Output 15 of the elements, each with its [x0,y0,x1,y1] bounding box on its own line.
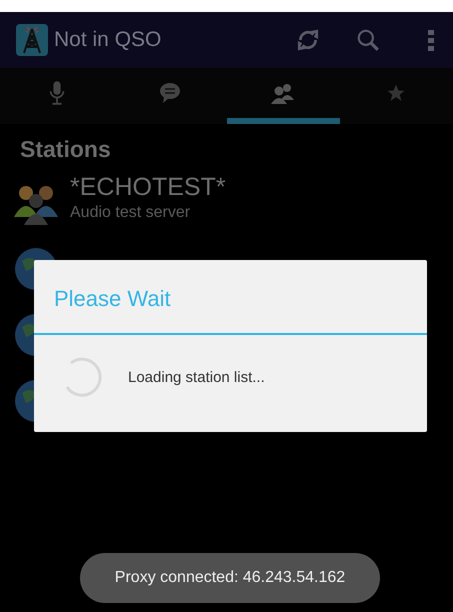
station-description: Audio test server [70,204,192,222]
dialog-title: Please Wait [34,260,427,335]
star-icon [386,83,406,103]
action-bar-title: Not in QSO [54,28,162,52]
dialog-message: Loading station list... [128,368,265,386]
station-name[interactable]: *ECHOTEST* [70,173,226,202]
section-heading: Stations [20,136,112,163]
chat-bubble-icon [158,81,182,105]
toast-message: Proxy connected: 46.243.54.162 [80,553,380,603]
people-icon [270,82,296,104]
search-icon[interactable] [355,27,381,53]
microphone-icon [48,80,66,106]
antenna-tower-icon[interactable] [16,24,48,56]
refresh-icon[interactable] [295,27,321,53]
overflow-menu-icon[interactable] [427,27,435,53]
